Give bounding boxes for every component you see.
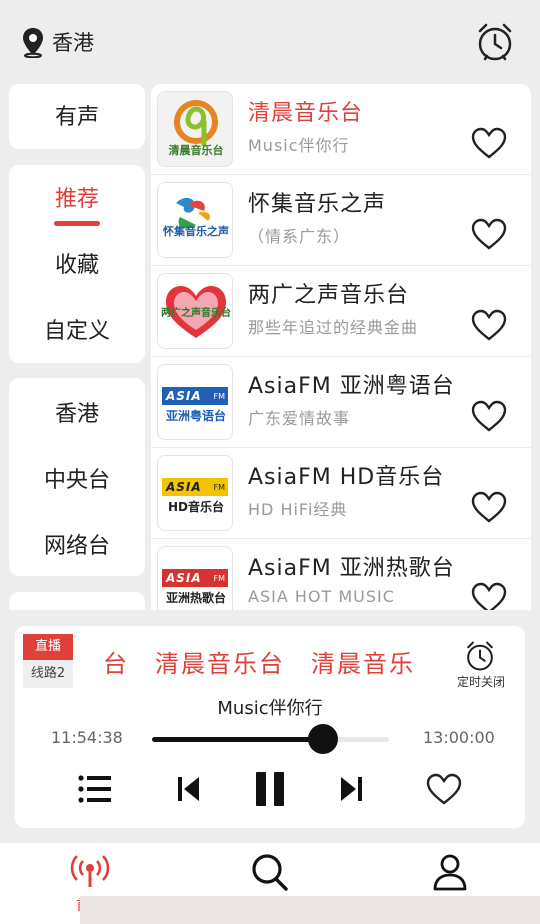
station-title: 两广之声音乐台	[248, 283, 410, 308]
sleep-timer-icon[interactable]	[465, 640, 495, 672]
favorite-heart-icon[interactable]	[470, 217, 508, 251]
live-badge[interactable]: 直播 线路2	[23, 634, 73, 688]
previous-icon[interactable]	[176, 772, 202, 806]
sidebar-item-network[interactable]: 网络台	[9, 528, 145, 560]
favorite-heart-icon[interactable]	[470, 399, 508, 433]
location-label: 香港	[52, 31, 94, 55]
station-logo: ASIA FM 亚洲粤语台	[157, 364, 233, 440]
station-row[interactable]: 清晨音乐台 清晨音乐台 Music伴你行	[151, 84, 531, 175]
sidebar-card-audio: 有声	[9, 84, 145, 149]
favorite-heart-icon[interactable]	[470, 308, 508, 342]
sidebar-card-main: 推荐 收藏 自定义	[9, 165, 145, 363]
asia-brand-badge: ASIA FM	[162, 387, 228, 405]
station-logo: 两广之声音乐台	[157, 273, 233, 349]
station-subtitle: Music伴你行	[248, 136, 350, 155]
station-subtitle: ASIA HOT MUSIC	[248, 587, 395, 606]
elapsed-time: 11:54:38	[51, 728, 123, 747]
search-icon	[252, 854, 288, 891]
sleep-timer-label[interactable]: 定时关闭	[449, 673, 513, 690]
sidebar-card-more	[9, 592, 145, 610]
station-logo-text: 怀集音乐之声	[163, 225, 229, 238]
sidebar-item-central[interactable]: 中央台	[9, 462, 145, 494]
station-row[interactable]: ASIA FM HD音乐台 AsiaFM HD音乐台 HD HiFi经典	[151, 448, 531, 539]
station-subtitle: 广东爱情故事	[248, 409, 351, 428]
user-icon	[433, 854, 467, 891]
sidebar-item-recommend[interactable]: 推荐	[9, 181, 145, 213]
alarm-clock-icon[interactable]	[476, 22, 514, 62]
favorite-heart-icon[interactable]	[470, 490, 508, 524]
station-logo-text: 清晨音乐台	[168, 144, 224, 157]
asia-brand-badge: ASIA FM	[162, 478, 228, 496]
station-title: AsiaFM 亚洲热歌台	[248, 556, 455, 581]
station-logo-text: HD音乐台	[167, 500, 224, 514]
station-logo-text: 两广之声音乐台	[161, 308, 231, 319]
station-logo: ASIA FM HD音乐台	[157, 455, 233, 531]
station-row[interactable]: 两广之声音乐台 两广之声音乐台 那些年追过的经典金曲	[151, 266, 531, 357]
station-title: AsiaFM HD音乐台	[248, 465, 445, 490]
live-label: 直播	[23, 634, 73, 660]
station-logo-text: 亚洲粤语台	[165, 409, 226, 423]
station-logo: ASIA FM 亚洲热歌台	[157, 546, 233, 610]
location-selector[interactable]: 香港	[20, 26, 94, 58]
station-subtitle: HD HiFi经典	[248, 500, 348, 519]
now-playing-title: Music伴你行	[217, 698, 323, 719]
station-logo-text: 亚洲热歌台	[165, 591, 226, 605]
playlist-icon[interactable]	[77, 772, 113, 806]
station-row[interactable]: ASIA FM 亚洲热歌台 AsiaFM 亚洲热歌台 ASIA HOT MUSI…	[151, 539, 531, 610]
favorite-heart-icon[interactable]	[470, 581, 508, 610]
sidebar-item-custom[interactable]: 自定义	[9, 313, 145, 345]
sidebar-item-audio[interactable]: 有声	[9, 99, 145, 131]
sidebar-item-hongkong[interactable]: 香港	[9, 396, 145, 428]
total-time: 13:00:00	[423, 728, 495, 747]
station-list: 清晨音乐台 清晨音乐台 Music伴你行 怀集音乐之声 怀集音乐之声 （情系广东…	[151, 84, 531, 610]
sidebar-item-favorites[interactable]: 收藏	[9, 247, 145, 279]
line-selector[interactable]: 线路2	[23, 660, 73, 688]
station-logo: 怀集音乐之声	[157, 182, 233, 258]
favorite-heart-icon[interactable]	[425, 772, 463, 806]
top-bar: 香港	[0, 0, 540, 84]
station-title: 清晨音乐台	[248, 101, 364, 126]
location-pin-icon	[23, 28, 43, 58]
sidebar-card-regions: 香港 中央台 网络台	[9, 378, 145, 576]
progress-knob[interactable]	[307, 724, 338, 754]
station-logo: 清晨音乐台	[157, 91, 233, 167]
asia-brand-badge: ASIA FM	[162, 569, 228, 587]
station-title: AsiaFM 亚洲粤语台	[248, 374, 455, 399]
progress-fill	[152, 737, 323, 742]
station-title: 怀集音乐之声	[248, 192, 387, 217]
system-gesture-bar	[80, 896, 540, 924]
now-playing-panel: 直播 线路2 台 清晨音乐台 清晨音乐 定时关闭 Music伴你行 11:54:…	[15, 626, 525, 828]
active-tab-indicator	[54, 221, 100, 226]
next-icon[interactable]	[338, 772, 364, 806]
progress-slider[interactable]	[152, 724, 389, 754]
station-row[interactable]: ASIA FM 亚洲粤语台 AsiaFM 亚洲粤语台 广东爱情故事	[151, 357, 531, 448]
pause-icon[interactable]	[253, 772, 287, 806]
station-row[interactable]: 怀集音乐之声 怀集音乐之声 （情系广东）	[151, 175, 531, 266]
station-subtitle: （情系广东）	[248, 227, 351, 246]
station-subtitle: 那些年追过的经典金曲	[248, 318, 419, 337]
favorite-heart-icon[interactable]	[470, 126, 508, 160]
station-marquee: 台 清晨音乐台 清晨音乐	[103, 650, 415, 678]
radio-tower-icon	[70, 855, 110, 887]
